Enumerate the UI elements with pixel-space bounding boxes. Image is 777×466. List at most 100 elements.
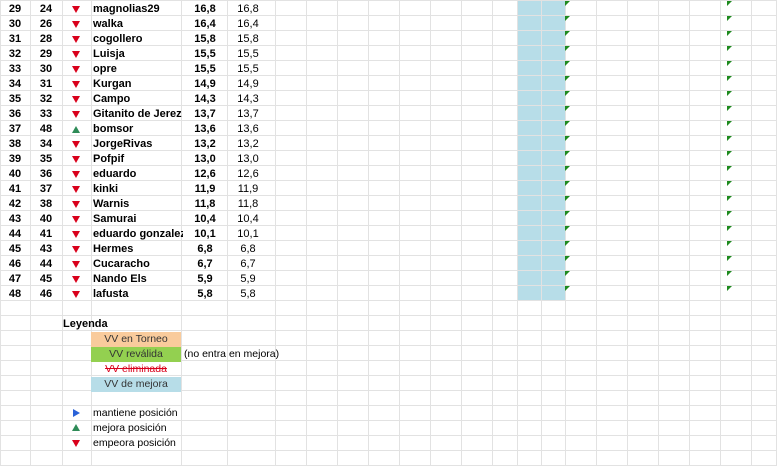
position-cell: 46 <box>39 288 53 300</box>
row-number: 48 <box>8 288 22 300</box>
grid-column-line <box>227 0 228 466</box>
comment-marker-icon[interactable] <box>727 286 732 291</box>
comment-marker-icon[interactable] <box>565 211 570 216</box>
down-arrow-icon <box>72 36 80 43</box>
comment-marker-icon[interactable] <box>565 166 570 171</box>
score-cell: 14,3 <box>194 93 216 105</box>
comment-marker-icon[interactable] <box>727 46 732 51</box>
row-number: 34 <box>8 78 22 90</box>
comment-marker-icon[interactable] <box>727 91 732 96</box>
comment-marker-icon[interactable] <box>727 166 732 171</box>
grid-column-line <box>492 0 493 466</box>
legend-mantiene: mantiene posición <box>93 407 178 419</box>
comment-marker-icon[interactable] <box>565 76 570 81</box>
comment-marker-icon[interactable] <box>727 181 732 186</box>
grid-column-line <box>627 0 628 466</box>
down-arrow-icon <box>72 276 80 283</box>
score-cell: 14,9 <box>194 78 216 90</box>
comment-marker-icon[interactable] <box>565 181 570 186</box>
comment-marker-icon[interactable] <box>727 106 732 111</box>
comment-marker-icon[interactable] <box>565 91 570 96</box>
grid-column-line <box>62 0 63 466</box>
score-copy-cell: 10,1 <box>237 228 259 240</box>
comment-marker-icon[interactable] <box>565 31 570 36</box>
position-cell: 35 <box>39 153 53 165</box>
score-cell: 6,7 <box>197 258 213 270</box>
comment-marker-icon[interactable] <box>565 61 570 66</box>
down-arrow-icon <box>72 156 80 163</box>
comment-marker-icon[interactable] <box>565 196 570 201</box>
comment-marker-icon[interactable] <box>565 226 570 231</box>
up-arrow-icon <box>72 126 80 133</box>
comment-marker-icon[interactable] <box>727 256 732 261</box>
score-cell: 11,8 <box>194 198 216 210</box>
grid-column-line <box>337 0 338 466</box>
score-cell: 10,4 <box>194 213 216 225</box>
score-copy-cell: 6,7 <box>240 258 256 270</box>
score-cell: 5,8 <box>197 288 213 300</box>
score-copy-cell: 12,6 <box>237 168 259 180</box>
comment-marker-icon[interactable] <box>727 1 732 6</box>
comment-marker-icon[interactable] <box>727 226 732 231</box>
comment-marker-icon[interactable] <box>565 121 570 126</box>
down-arrow-icon <box>72 6 80 13</box>
comment-marker-icon[interactable] <box>727 136 732 141</box>
comment-marker-icon[interactable] <box>727 241 732 246</box>
score-copy-cell: 16,8 <box>237 3 259 15</box>
down-arrow-icon <box>72 51 80 58</box>
player-name: eduardo gonzalez <box>93 228 183 240</box>
comment-marker-icon[interactable] <box>565 106 570 111</box>
grid-column-line <box>461 0 462 466</box>
player-name: lafusta <box>93 288 129 300</box>
keep-position-arrow-icon <box>73 409 80 417</box>
grid-column-line <box>517 0 518 466</box>
comment-marker-icon[interactable] <box>727 271 732 276</box>
player-name: bomsor <box>93 123 134 135</box>
position-cell: 36 <box>39 168 53 180</box>
comment-marker-icon[interactable] <box>727 31 732 36</box>
comment-marker-icon[interactable] <box>565 286 570 291</box>
down-arrow-icon <box>72 186 80 193</box>
comment-marker-icon[interactable] <box>727 151 732 156</box>
down-arrow-icon <box>72 81 80 88</box>
score-copy-cell: 11,9 <box>237 183 259 195</box>
down-arrow-icon <box>72 96 80 103</box>
down-arrow-icon <box>72 21 80 28</box>
row-number: 31 <box>8 33 22 45</box>
position-cell: 45 <box>39 273 53 285</box>
spreadsheet-grid[interactable]: 29 24 magnolias29 16,8 16,8 30 26 walka 16,4 16,4… <box>0 0 777 466</box>
position-cell: 34 <box>39 138 53 150</box>
score-copy-cell: 16,4 <box>237 18 259 30</box>
position-cell: 29 <box>39 48 53 60</box>
comment-marker-icon[interactable] <box>727 76 732 81</box>
comment-marker-icon[interactable] <box>727 211 732 216</box>
score-copy-cell: 15,5 <box>237 48 259 60</box>
comment-marker-icon[interactable] <box>727 196 732 201</box>
position-cell: 41 <box>39 228 53 240</box>
legend-vv-mejora: VV de mejora <box>91 377 181 392</box>
comment-marker-icon[interactable] <box>565 16 570 21</box>
score-copy-cell: 15,5 <box>237 63 259 75</box>
player-name: Samurai <box>93 213 137 225</box>
legend-vv-torneo: VV en Torneo <box>91 332 181 347</box>
comment-marker-icon[interactable] <box>565 46 570 51</box>
comment-marker-icon[interactable] <box>565 256 570 261</box>
score-cell: 15,8 <box>194 33 216 45</box>
player-name: magnolias29 <box>93 3 160 15</box>
comment-marker-icon[interactable] <box>565 151 570 156</box>
score-copy-cell: 13,7 <box>237 108 259 120</box>
comment-marker-icon[interactable] <box>565 1 570 6</box>
comment-marker-icon[interactable] <box>565 271 570 276</box>
comment-marker-icon[interactable] <box>727 121 732 126</box>
player-name: walka <box>93 18 123 30</box>
score-cell: 15,5 <box>194 63 216 75</box>
row-number: 33 <box>8 63 22 75</box>
position-cell: 37 <box>39 183 53 195</box>
down-arrow-icon <box>72 141 80 148</box>
score-copy-cell: 5,9 <box>240 273 256 285</box>
score-copy-cell: 13,2 <box>237 138 259 150</box>
comment-marker-icon[interactable] <box>565 136 570 141</box>
comment-marker-icon[interactable] <box>727 16 732 21</box>
comment-marker-icon[interactable] <box>727 61 732 66</box>
comment-marker-icon[interactable] <box>565 241 570 246</box>
